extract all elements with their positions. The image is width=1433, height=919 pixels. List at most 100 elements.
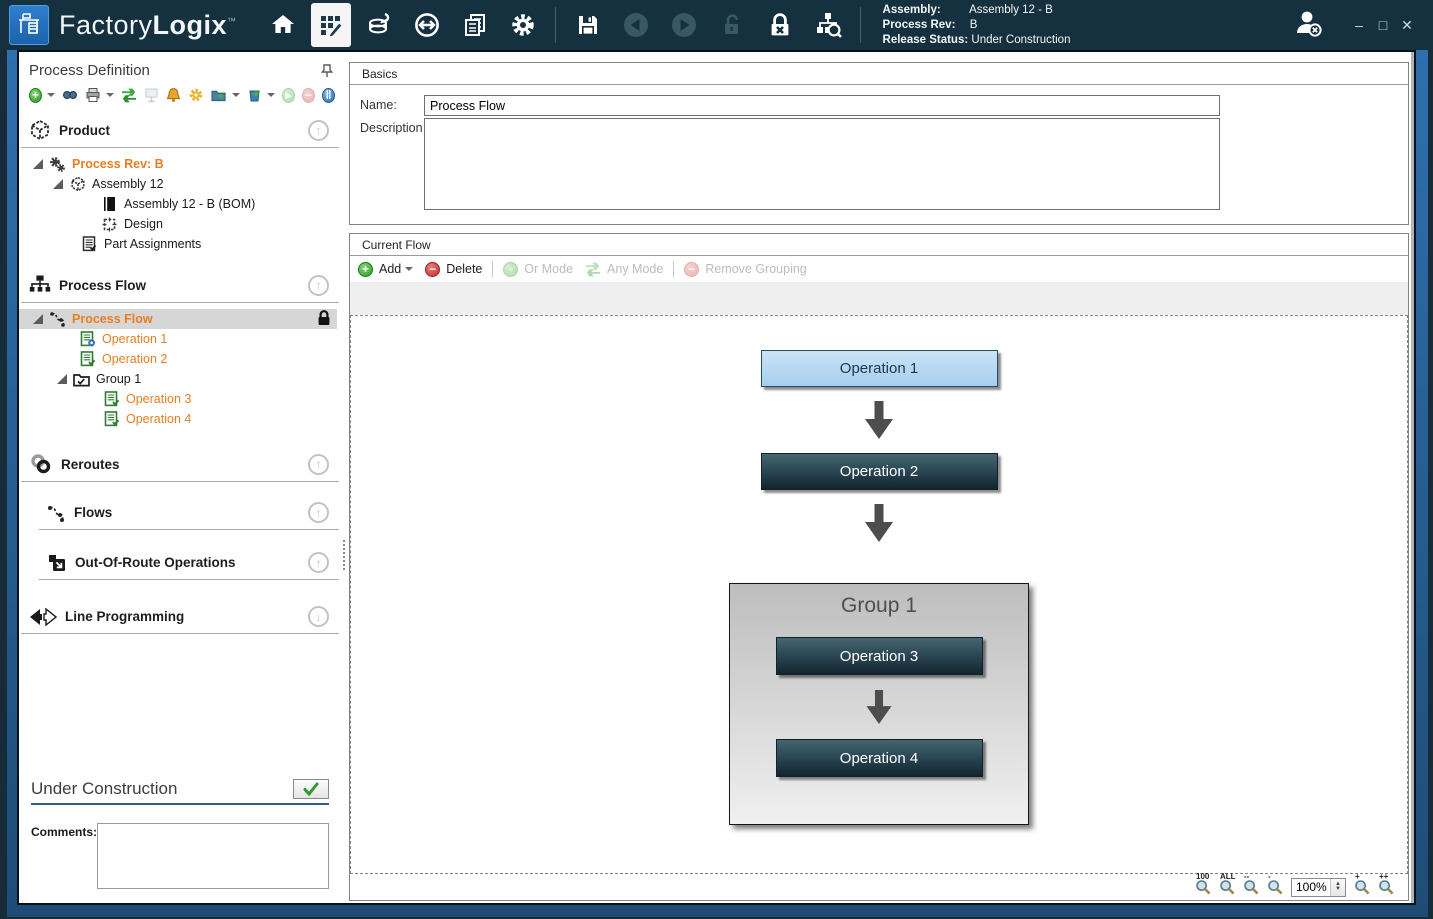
tree-item-operation-1[interactable]: Operation 1 <box>19 329 341 349</box>
tree-item-group-1[interactable]: Group 1 <box>19 369 341 389</box>
add-dropdown-icon[interactable] <box>47 93 55 97</box>
find-icon[interactable] <box>62 87 78 103</box>
zoom-out-fast-icon[interactable]: -- <box>1243 879 1259 895</box>
gear-icon[interactable] <box>188 87 204 103</box>
zoom-level-input[interactable] <box>1292 880 1330 894</box>
collapse-up-icon[interactable]: ↑ <box>308 275 329 296</box>
section-product[interactable]: Product ↑ <box>21 109 339 148</box>
add-dropdown-icon[interactable] <box>405 267 413 271</box>
flow-group-1[interactable]: Group 1 Operation 3 Operation 4 <box>729 583 1029 825</box>
tree-item-process-flow[interactable]: Process Flow <box>19 309 337 329</box>
zoom-all-icon[interactable]: ALL <box>1219 879 1235 895</box>
bom-book-icon <box>101 196 118 213</box>
maximize-button[interactable]: □ <box>1371 14 1395 36</box>
export-dropdown-icon[interactable] <box>232 93 240 97</box>
flow-node-operation-3[interactable]: Operation 3 <box>776 637 983 675</box>
tree-item-label: Operation 4 <box>126 412 191 426</box>
unlock-icon[interactable] <box>712 3 752 47</box>
tree-item-operation-4[interactable]: Operation 4 <box>19 409 341 429</box>
collapse-up-icon[interactable]: ↑ <box>308 454 329 475</box>
undo-back-icon[interactable] <box>616 3 656 47</box>
collapse-up-icon[interactable]: ↑ <box>308 120 329 141</box>
expander-icon[interactable] <box>33 314 43 324</box>
add-button[interactable]: Add <box>379 262 401 276</box>
hold-icon[interactable]: ‖ <box>322 88 335 103</box>
flow-audit-icon[interactable] <box>808 3 848 47</box>
user-logout-icon[interactable] <box>1291 7 1325 44</box>
flow-canvas[interactable]: Operation 1 Operation 2 Group 1 Operatio… <box>350 315 1408 874</box>
collapse-up-icon[interactable]: ↑ <box>308 502 329 523</box>
materials-icon[interactable] <box>359 3 399 47</box>
flow-node-operation-4[interactable]: Operation 4 <box>776 739 983 777</box>
tree-item-bom[interactable]: Assembly 12 - B (BOM) <box>19 194 341 214</box>
description-input[interactable] <box>424 118 1220 210</box>
flow-node-operation-2[interactable]: Operation 2 <box>761 453 998 490</box>
pin-icon[interactable] <box>321 64 333 78</box>
transfer-icon[interactable] <box>407 3 447 47</box>
export-folder-icon[interactable] <box>211 87 227 103</box>
comments-input[interactable] <box>97 823 329 889</box>
expander-icon[interactable] <box>33 159 43 169</box>
print-dropdown-icon[interactable] <box>106 93 114 97</box>
section-flows[interactable]: Flows ↑ <box>39 492 339 530</box>
bell-icon[interactable] <box>166 87 181 103</box>
flow-toolbar: + Add − Delete ◦ Or Mode Any Mode − Remo… <box>350 256 1408 282</box>
flow-route-icon <box>49 311 66 328</box>
zoom-in-icon[interactable]: + <box>1354 879 1370 895</box>
section-process-flow[interactable]: Process Flow ↑ <box>21 264 339 303</box>
name-label: Name: <box>360 95 424 116</box>
expander-icon[interactable] <box>57 374 67 384</box>
section-line-programming[interactable]: Line Programming ↓ <box>21 596 339 634</box>
zoom-level-spinner[interactable]: ▲▼ <box>1291 878 1346 897</box>
recycle-icon[interactable] <box>247 87 262 103</box>
presentation-icon[interactable] <box>144 87 159 103</box>
tree-item-process-rev[interactable]: Process Rev: B <box>19 154 341 174</box>
home-icon[interactable] <box>263 3 303 47</box>
expander-icon[interactable] <box>53 179 63 189</box>
release-status-value: Under Construction <box>971 34 1070 46</box>
tree-item-label: Process Rev: B <box>72 157 164 171</box>
tree-item-part-assignments[interactable]: Part Assignments <box>19 234 341 254</box>
name-input[interactable] <box>424 95 1220 116</box>
add-icon[interactable]: + <box>29 88 42 103</box>
documents-icon[interactable] <box>455 3 495 47</box>
basics-panel-title: Basics <box>350 63 1408 85</box>
section-out-of-route[interactable]: Out-Of-Route Operations ↑ <box>39 542 339 580</box>
close-button[interactable]: ✕ <box>1395 14 1419 36</box>
zoom-100-icon[interactable]: 100 <box>1195 879 1211 895</box>
swap-operations-icon[interactable] <box>121 87 137 103</box>
release-icon[interactable]: ▸ <box>282 88 295 103</box>
expand-down-icon[interactable]: ↓ <box>308 606 329 627</box>
approve-button[interactable] <box>293 779 329 799</box>
zoom-out-icon[interactable]: - <box>1267 879 1283 895</box>
zoom-in-fast-icon[interactable]: ++ <box>1378 879 1394 895</box>
section-reroutes[interactable]: Reroutes ↑ <box>21 443 339 482</box>
print-icon[interactable] <box>85 87 101 103</box>
delete-node-icon[interactable]: − <box>425 262 440 277</box>
tree-item-design[interactable]: Design <box>19 214 341 234</box>
flow-node-operation-1[interactable]: Operation 1 <box>761 350 998 387</box>
or-mode-button: Or Mode <box>524 262 573 276</box>
add-node-icon[interactable]: + <box>358 262 373 277</box>
tree-item-operation-3[interactable]: Operation 3 <box>19 389 341 409</box>
collapse-up-icon[interactable]: ↑ <box>308 552 329 573</box>
sidebar-splitter[interactable] <box>341 52 347 903</box>
group-folder-icon <box>73 371 90 388</box>
spinner-arrows-icon[interactable]: ▲▼ <box>1330 879 1345 896</box>
tree-item-operation-2[interactable]: Operation 2 <box>19 349 341 369</box>
lock-discard-icon[interactable] <box>760 3 800 47</box>
process-definition-sidebar: Process Definition + ▸ − ‖ Produc <box>19 52 341 903</box>
tree-item-assembly[interactable]: Assembly 12 <box>19 174 341 194</box>
recycle-dropdown-icon[interactable] <box>267 93 275 97</box>
settings-gear-icon[interactable] <box>503 3 543 47</box>
main-content: Basics Name: Description Current Flow <box>347 52 1411 903</box>
any-mode-icon <box>585 261 601 277</box>
operation-doc-icon <box>103 411 120 428</box>
process-definition-tab-icon[interactable] <box>311 3 351 47</box>
stop-icon[interactable]: − <box>302 88 315 103</box>
save-icon[interactable] <box>568 3 608 47</box>
minimize-button[interactable]: – <box>1347 14 1371 36</box>
remove-grouping-icon: − <box>684 262 699 277</box>
redo-forward-icon[interactable] <box>664 3 704 47</box>
delete-button[interactable]: Delete <box>446 262 482 276</box>
